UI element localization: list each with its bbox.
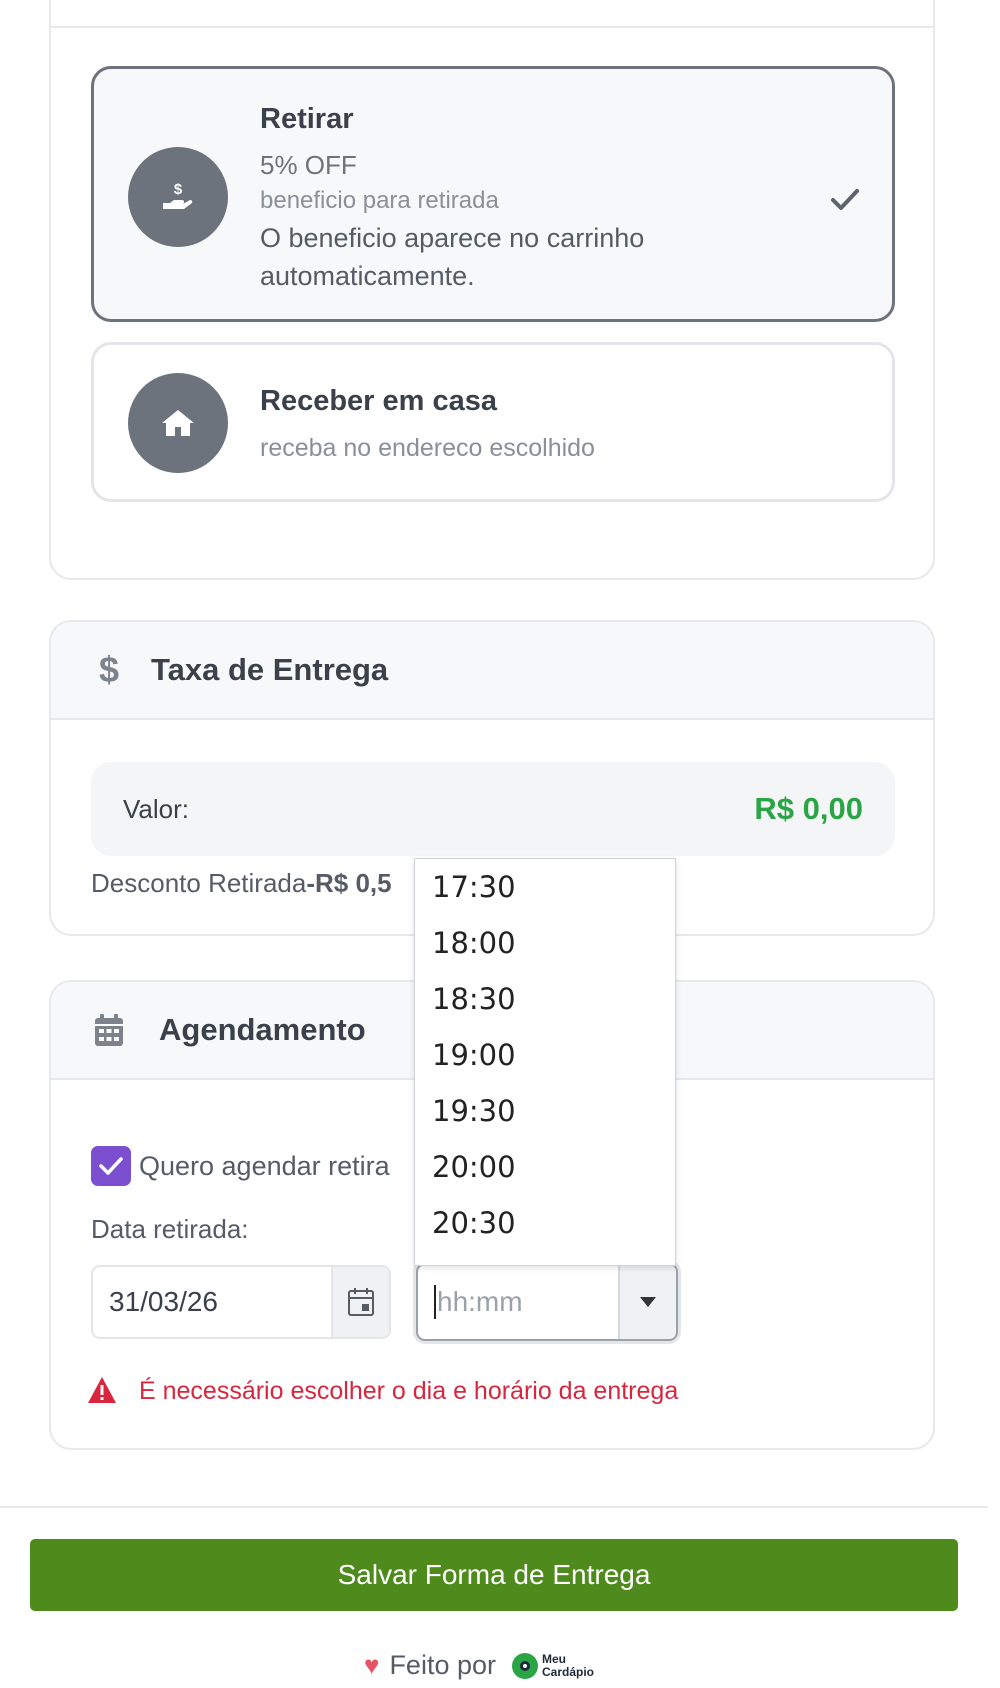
fee-label: Valor: bbox=[123, 793, 189, 824]
hand-dollar-icon: $ bbox=[128, 147, 228, 247]
heart-icon: ♥ bbox=[364, 1650, 380, 1680]
option-benefit: beneficio para retirada bbox=[260, 187, 499, 214]
error-message: É necessário escolher o dia e horário da… bbox=[87, 1376, 678, 1406]
made-by-text: Feito por bbox=[389, 1650, 496, 1680]
save-delivery-button[interactable]: Salvar Forma de Entrega bbox=[30, 1539, 958, 1611]
option-note: O beneficio aparece no carrinho automati… bbox=[260, 223, 645, 291]
time-placeholder: hh:mm bbox=[437, 1286, 523, 1317]
option-subtitle: receba no endereco escolhido bbox=[260, 434, 595, 462]
meu-cardapio-logo[interactable]: Meu Cardápio bbox=[512, 1651, 595, 1679]
discount-label: Desconto Retirada bbox=[91, 868, 307, 898]
logo-mark-icon bbox=[512, 1652, 538, 1679]
check-icon bbox=[830, 187, 860, 218]
dollar-icon: $ bbox=[89, 650, 129, 690]
option-discount: 5% OFF bbox=[260, 150, 357, 180]
time-select[interactable]: hh:mm bbox=[416, 1263, 678, 1341]
fee-value-box: Valor: R$ 0,00 bbox=[91, 762, 895, 856]
time-option[interactable]: 18:30 bbox=[415, 971, 675, 1027]
chevron-down-icon[interactable] bbox=[620, 1265, 676, 1339]
schedule-checkbox-label: Quero agendar retira bbox=[139, 1150, 390, 1181]
card-title: Agendamento bbox=[159, 1012, 366, 1047]
time-option[interactable]: 17:30 bbox=[415, 859, 675, 915]
svg-text:$: $ bbox=[174, 181, 183, 198]
calendar-icon bbox=[89, 1010, 129, 1050]
option-retirar[interactable]: $ Retirar 5% OFF beneficio para retirada… bbox=[91, 66, 895, 322]
date-label: Data retirada: bbox=[91, 1214, 249, 1244]
calendar-picker-icon[interactable] bbox=[331, 1267, 389, 1337]
time-option[interactable]: 20:30 bbox=[415, 1195, 675, 1251]
footer-divider bbox=[0, 1506, 988, 1508]
time-option[interactable]: 19:00 bbox=[415, 1027, 675, 1083]
discount-line: Desconto Retirada-R$ 0,5 bbox=[91, 868, 392, 899]
home-icon bbox=[128, 373, 228, 473]
text-caret bbox=[434, 1285, 436, 1319]
time-input[interactable]: hh:mm bbox=[418, 1265, 620, 1339]
date-input[interactable]: 31/03/26 bbox=[91, 1265, 391, 1339]
card-title: Taxa de Entrega bbox=[151, 652, 389, 687]
card-header: $ Taxa de Entrega bbox=[51, 622, 933, 720]
time-option[interactable]: 18:00 bbox=[415, 915, 675, 971]
schedule-checkbox-row[interactable]: Quero agendar retira bbox=[91, 1146, 390, 1186]
svg-text:$: $ bbox=[99, 652, 119, 688]
time-dropdown-list: 17:30 18:00 18:30 19:00 19:30 20:00 20:3… bbox=[414, 858, 676, 1266]
schedule-checkbox[interactable] bbox=[91, 1146, 131, 1186]
time-option[interactable]: 20:00 bbox=[415, 1139, 675, 1195]
discount-value: -R$ 0,5 bbox=[306, 868, 392, 898]
option-receber[interactable]: Receber em casa receba no endereco escol… bbox=[91, 342, 895, 502]
divider bbox=[51, 26, 933, 28]
time-option[interactable]: 19:30 bbox=[415, 1083, 675, 1139]
warning-icon bbox=[87, 1376, 117, 1406]
logo-text-bottom: Cardápio bbox=[542, 1664, 595, 1679]
date-value[interactable]: 31/03/26 bbox=[93, 1267, 331, 1337]
error-text: É necessário escolher o dia e horário da… bbox=[139, 1376, 679, 1405]
made-by: ♥ Feito por Meu Cardápio bbox=[364, 1650, 594, 1681]
fee-value: R$ 0,00 bbox=[754, 791, 863, 826]
delivery-options-card: $ Retirar 5% OFF beneficio para retirada… bbox=[49, 0, 935, 580]
logo-text-top: Meu bbox=[542, 1651, 566, 1666]
option-title: Receber em casa bbox=[260, 385, 497, 417]
option-title: Retirar bbox=[260, 103, 354, 135]
